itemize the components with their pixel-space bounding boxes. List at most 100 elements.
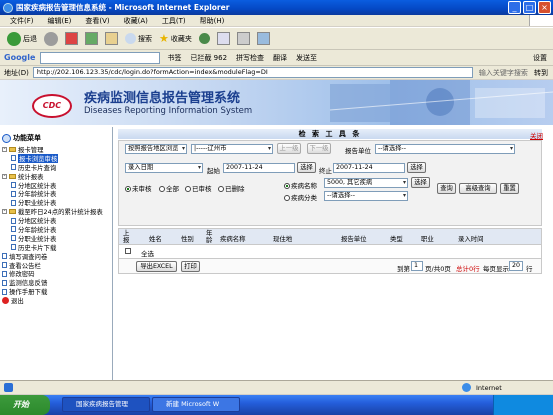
export-excel-button[interactable]: 导出EXCEL [136, 261, 177, 272]
mail-button[interactable] [215, 30, 232, 48]
start-date-input[interactable]: 2007-11-24 [223, 163, 295, 173]
google-search-input[interactable] [40, 51, 161, 64]
document-icon [2, 262, 7, 269]
sidebar-item[interactable]: 操作手册下载 [2, 287, 112, 296]
sidebar-item[interactable]: 分地区统计表 [2, 216, 112, 225]
cdc-logo: CDC [32, 94, 72, 118]
region-select[interactable]: |-----辽州市 [191, 144, 273, 154]
sidebar-item-label: 统计报表 [18, 172, 44, 181]
sidebar-item[interactable]: 查看公告栏 [2, 261, 112, 270]
print-button[interactable] [235, 30, 252, 48]
edit-button[interactable] [255, 30, 272, 48]
sidebar-item[interactable]: 报卡浏览审核 [2, 153, 112, 163]
sidebar-item-label: 报卡管理 [18, 145, 44, 154]
minimize-button[interactable]: _ [508, 1, 521, 14]
menu-file[interactable]: 文件(F) [10, 16, 34, 26]
prev-level-button[interactable]: 上一级 [277, 143, 301, 154]
system-title-en: Diseases Reporting Information System [84, 106, 253, 116]
region-mode-select[interactable]: 按照报告地区浏览 [125, 144, 187, 154]
audit-audited-option[interactable]: 已审核 [185, 183, 212, 193]
window-titlebar: 国家疾病报告管理信息系统 - Microsoft Internet Explor… [0, 0, 553, 15]
sidebar-item-label: 分地区统计表 [18, 181, 57, 190]
forward-button[interactable] [42, 30, 60, 48]
goto-page-label: 到第 [397, 265, 410, 273]
maximize-button[interactable]: □ [523, 1, 536, 14]
refresh-icon [85, 32, 98, 45]
date-type-select[interactable]: 录入日期 [125, 163, 203, 173]
disease-class-select[interactable]: --请选择-- [324, 191, 408, 201]
end-date-input[interactable]: 2007-11-24 [333, 163, 405, 173]
task-word-window[interactable]: 新建 Microsoft W [152, 397, 240, 412]
radio-unchecked-icon [284, 195, 290, 201]
history-button[interactable] [197, 30, 212, 48]
send-to-button[interactable]: 发送至 [294, 49, 319, 67]
refresh-button[interactable] [83, 30, 100, 48]
sidebar-item[interactable]: 分职业统计表 [2, 234, 112, 243]
sidebar-item[interactable]: 分地区统计表 [2, 181, 112, 190]
google-settings-button[interactable]: 设置 [531, 49, 549, 67]
translate-button[interactable]: 翻译 [271, 49, 289, 67]
report-unit-select[interactable]: --请选择-- [375, 144, 515, 154]
menu-help[interactable]: 帮助(H) [200, 16, 225, 26]
sidebar: 功能菜单 - 报卡管理 报卡浏览审核 历史卡片查询 - 统计报表 分地区统计表 分年龄统计表分… [0, 127, 113, 380]
search-button[interactable]: 搜索 [123, 30, 154, 48]
select-all-checkbox[interactable] [125, 248, 131, 254]
collapse-icon[interactable]: - [2, 146, 7, 152]
end-date-picker-button[interactable]: 选择 [407, 162, 426, 173]
address-hint: 输入关键字搜索 [478, 68, 528, 77]
disease-name-option[interactable]: 疾病名称 [284, 180, 317, 190]
page-number-input[interactable]: 1 [411, 261, 423, 271]
audit-deleted-option[interactable]: 已删除 [218, 183, 245, 193]
menu-edit[interactable]: 编辑(E) [48, 16, 72, 26]
task-ie-window[interactable]: 国家疾病报告管理 [62, 397, 150, 412]
sidebar-item[interactable]: 填写调查问卷 [2, 252, 112, 261]
reset-button[interactable]: 重置 [500, 183, 519, 194]
start-date-picker-button[interactable]: 选择 [297, 162, 316, 173]
advanced-query-button[interactable]: 高级查询 [459, 183, 497, 194]
stop-button[interactable] [63, 30, 80, 48]
query-button[interactable]: 查询 [437, 183, 456, 194]
sidebar-item[interactable]: - 报卡管理 [2, 145, 112, 154]
menu-favorites[interactable]: 收藏(A) [124, 16, 148, 26]
sidebar-item[interactable]: 历史卡片下载 [2, 243, 112, 252]
menu-tools[interactable]: 工具(T) [162, 16, 186, 26]
forward-arrow-icon [44, 31, 58, 46]
go-button[interactable]: 转到 [534, 68, 548, 78]
audit-unaudited-option[interactable]: 未审核 [125, 183, 152, 193]
sidebar-item[interactable]: 分年龄统计表 [2, 225, 112, 234]
close-tools-link[interactable]: 关闭 [530, 130, 543, 140]
address-input[interactable]: http://202.106.123.35/cdc/login.do?formA… [32, 67, 473, 78]
sidebar-item[interactable]: 分职业统计表 [2, 198, 112, 207]
result-table-header: 上报 姓名 性别 年龄 疾病名称 现住地 报告单位 类型 职业 录入时间 [118, 228, 542, 245]
next-level-button[interactable]: 下一级 [307, 143, 331, 154]
sidebar-item-label: 分年龄统计表 [18, 225, 57, 234]
sidebar-item[interactable]: 历史卡片查询 [2, 163, 112, 172]
popup-blocked-button[interactable]: 已拦截 962 [188, 49, 229, 67]
menu-view[interactable]: 查看(V) [85, 16, 109, 26]
print-button-grid[interactable]: 打印 [181, 261, 200, 272]
disease-class-option[interactable]: 疾病分类 [284, 192, 317, 202]
sidebar-item-label: 分地区统计表 [18, 217, 57, 226]
audit-all-option[interactable]: 全部 [159, 183, 179, 193]
home-button[interactable] [103, 30, 120, 48]
document-icon [11, 164, 16, 171]
close-window-button[interactable]: × [538, 1, 551, 14]
collapse-icon[interactable]: - [2, 173, 7, 179]
spellcheck-button[interactable]: 拼写检查 [234, 49, 266, 67]
page-size-input[interactable]: 20 [509, 261, 523, 271]
disease-name-select[interactable]: 5000, 其它疾病 [324, 178, 408, 188]
start-button[interactable]: 开始 [0, 395, 50, 415]
sidebar-item[interactable]: 修改密码 [2, 269, 112, 278]
bookmarks-button[interactable]: 书签 [165, 49, 183, 67]
sidebar-item[interactable]: 监测信息反馈 [2, 278, 112, 287]
collapse-icon[interactable]: - [2, 209, 7, 215]
sidebar-item[interactable]: 退出 [2, 296, 112, 305]
sidebar-item[interactable]: 分年龄统计表 [2, 189, 112, 198]
disease-picker-button[interactable]: 选择 [411, 177, 430, 188]
document-icon [2, 270, 7, 277]
sidebar-item[interactable]: - 统计报表 [2, 172, 112, 181]
site-banner: CDC 疾病监测信息报告管理系统 Diseases Reporting Info… [0, 80, 553, 125]
back-button[interactable]: 后退 [5, 30, 39, 48]
favorites-button[interactable]: ★ 收藏夹 [157, 30, 194, 48]
sidebar-item[interactable]: - 截至昨日24点的累计统计报表 [2, 207, 112, 216]
